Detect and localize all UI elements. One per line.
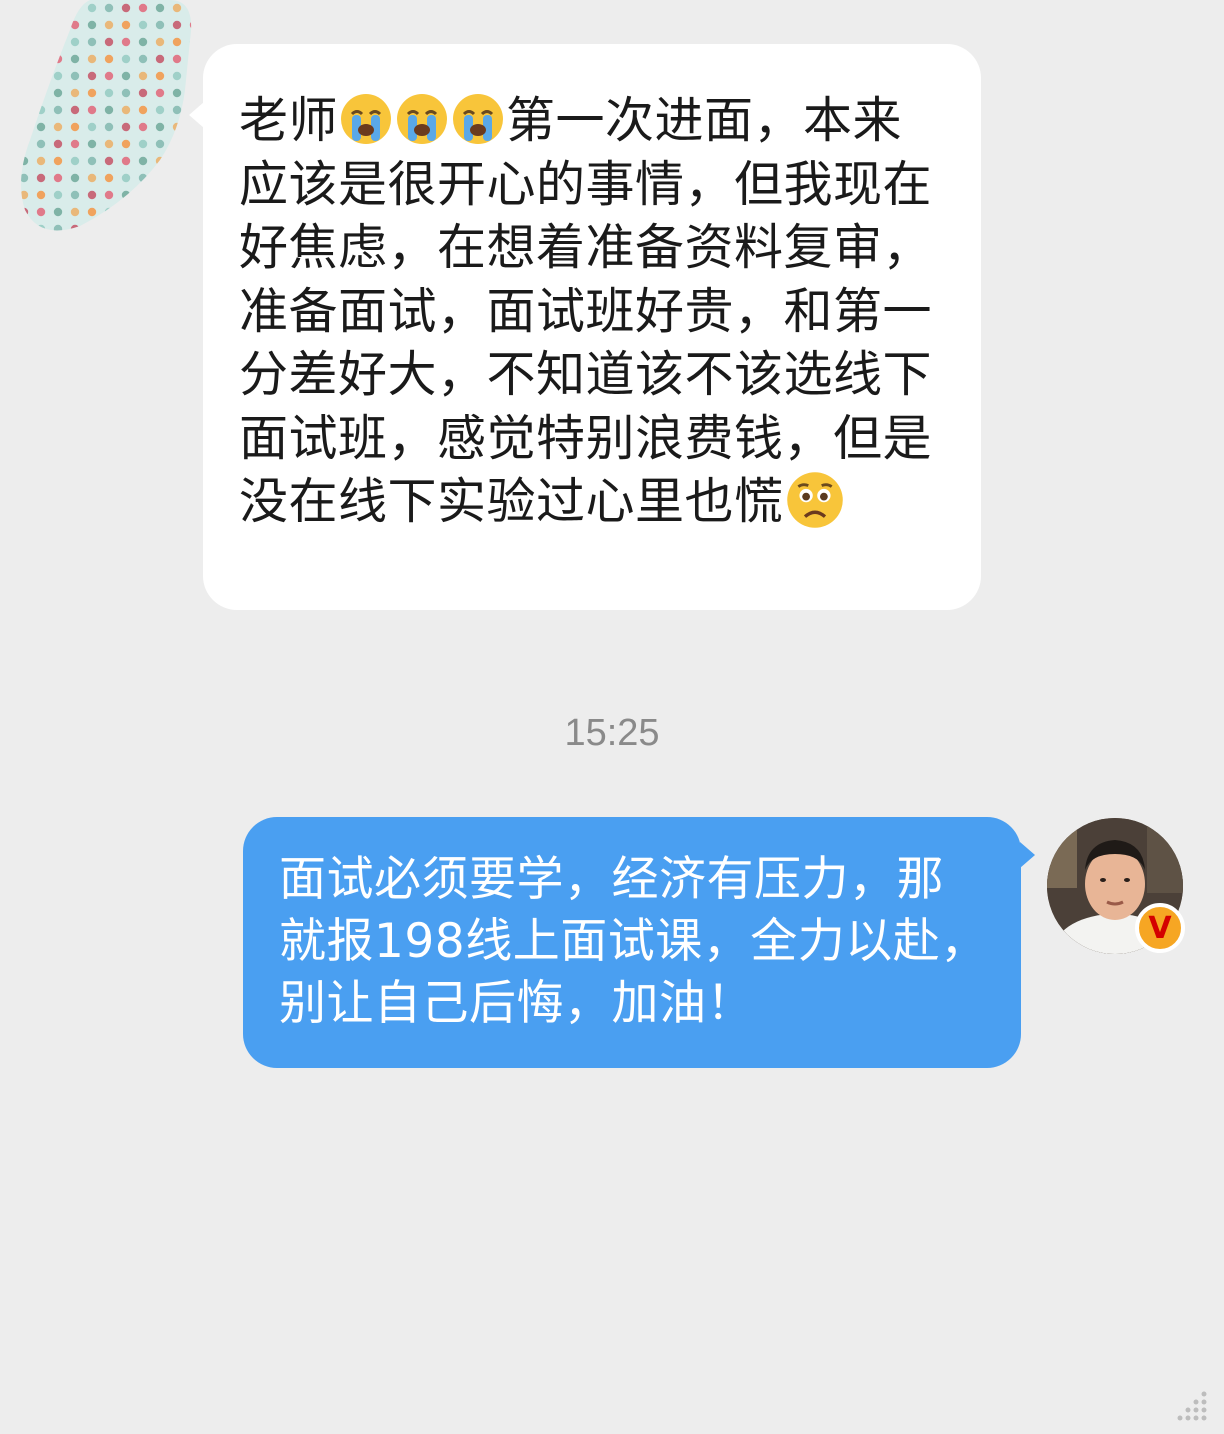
loudly-crying-face-icon [453, 94, 504, 144]
verified-badge-icon: V [1135, 903, 1185, 953]
outgoing-message-bubble: 面试必须要学，经济有压力，那就报198线上面试课，全力以赴，别让自己后悔，加油！ [243, 817, 1035, 1068]
loudly-crying-face-icon [341, 94, 392, 144]
incoming-message-text-start: 老师 [239, 92, 339, 149]
sender-avatar-icon[interactable] [20, 0, 196, 236]
resize-grip-icon[interactable] [1168, 1382, 1212, 1426]
worried-face-icon [786, 472, 843, 528]
outgoing-message-text: 面试必须要学，经济有压力，那就报198线上面试课，全力以赴，别让自己后悔，加油！ [279, 852, 988, 1031]
incoming-message-text-rest: 第一次进面，本来应该是很开心的事情，但我现在好焦虑，在想着准备资料复审，准备面试… [239, 92, 933, 530]
message-timestamp: 15:25 [564, 712, 660, 754]
loudly-crying-face-icon [397, 94, 448, 144]
incoming-message-bubble: 老师 第一次进面，本来应该是很开心的事情，但我现在好焦虑，在想着准备资料复审，准备… [189, 44, 981, 610]
